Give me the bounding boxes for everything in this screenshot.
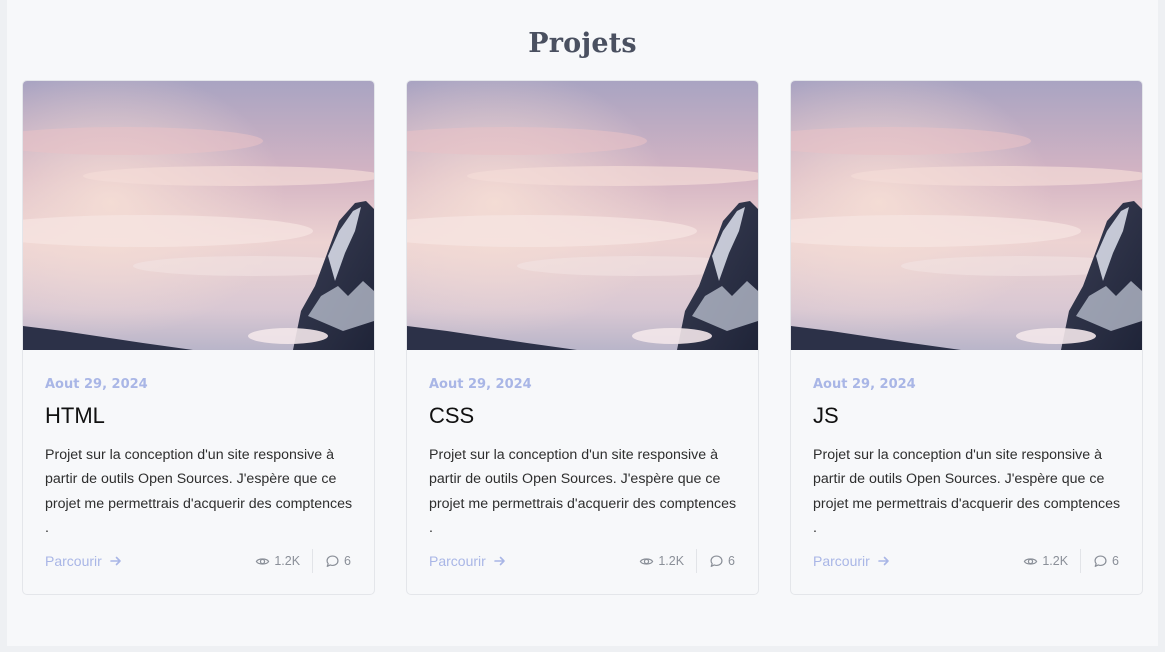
views-stat: 1.2K [639, 554, 684, 569]
browse-link-label: Parcourir [45, 553, 102, 569]
stats-divider [312, 549, 314, 573]
browse-link[interactable]: Parcourir [813, 553, 890, 569]
comments-count: 6 [1112, 554, 1119, 568]
views-count: 1.2K [1042, 554, 1069, 568]
projects-section: Projets Aout 29, 2024 HTML Projet sur la… [7, 0, 1158, 646]
arrow-right-icon [493, 556, 505, 566]
card-stats: 1.2K 6 [1023, 548, 1119, 574]
comment-bubble-icon [1094, 554, 1107, 567]
project-card: Aout 29, 2024 HTML Projet sur la concept… [22, 80, 375, 595]
views-stat: 1.2K [255, 554, 300, 569]
stats-divider [1080, 549, 1082, 573]
browse-link[interactable]: Parcourir [45, 553, 122, 569]
eye-icon [640, 557, 654, 565]
card-title: CSS [429, 403, 475, 428]
views-stat: 1.2K [1023, 554, 1068, 569]
card-description: Projet sur la conception d'un site respo… [813, 447, 1121, 536]
mountain-image [407, 81, 758, 350]
card-date: Aout 29, 2024 [429, 377, 532, 392]
comment-bubble-icon [710, 554, 723, 567]
card-description: Projet sur la conception d'un site respo… [429, 447, 737, 536]
mountain-image [23, 81, 374, 350]
eye-icon [1024, 557, 1038, 565]
arrow-right-icon [877, 556, 889, 566]
card-title: HTML [45, 403, 105, 428]
card-stats: 1.2K 6 [255, 548, 351, 574]
eye-icon [256, 557, 270, 565]
views-count: 1.2K [658, 554, 685, 568]
comments-stat: 6 [325, 554, 351, 569]
browse-link-label: Parcourir [813, 553, 870, 569]
card-title: JS [813, 403, 839, 428]
comments-stat: 6 [1093, 554, 1119, 569]
comments-count: 6 [728, 554, 735, 568]
views-count: 1.2K [274, 554, 301, 568]
card-stats: 1.2K 6 [639, 548, 735, 574]
section-title: Projets [528, 28, 637, 59]
browse-link-label: Parcourir [429, 553, 486, 569]
project-card: Aout 29, 2024 JS Projet sur la conceptio… [790, 80, 1143, 595]
stats-divider [696, 549, 698, 573]
project-card: Aout 29, 2024 CSS Projet sur la concepti… [406, 80, 759, 595]
comments-count: 6 [344, 554, 351, 568]
comments-stat: 6 [709, 554, 735, 569]
card-date: Aout 29, 2024 [813, 377, 916, 392]
arrow-right-icon [109, 556, 121, 566]
card-description: Projet sur la conception d'un site respo… [45, 447, 353, 536]
comment-bubble-icon [326, 554, 339, 567]
browse-link[interactable]: Parcourir [429, 553, 506, 569]
mountain-image [791, 81, 1142, 350]
card-date: Aout 29, 2024 [45, 377, 148, 392]
